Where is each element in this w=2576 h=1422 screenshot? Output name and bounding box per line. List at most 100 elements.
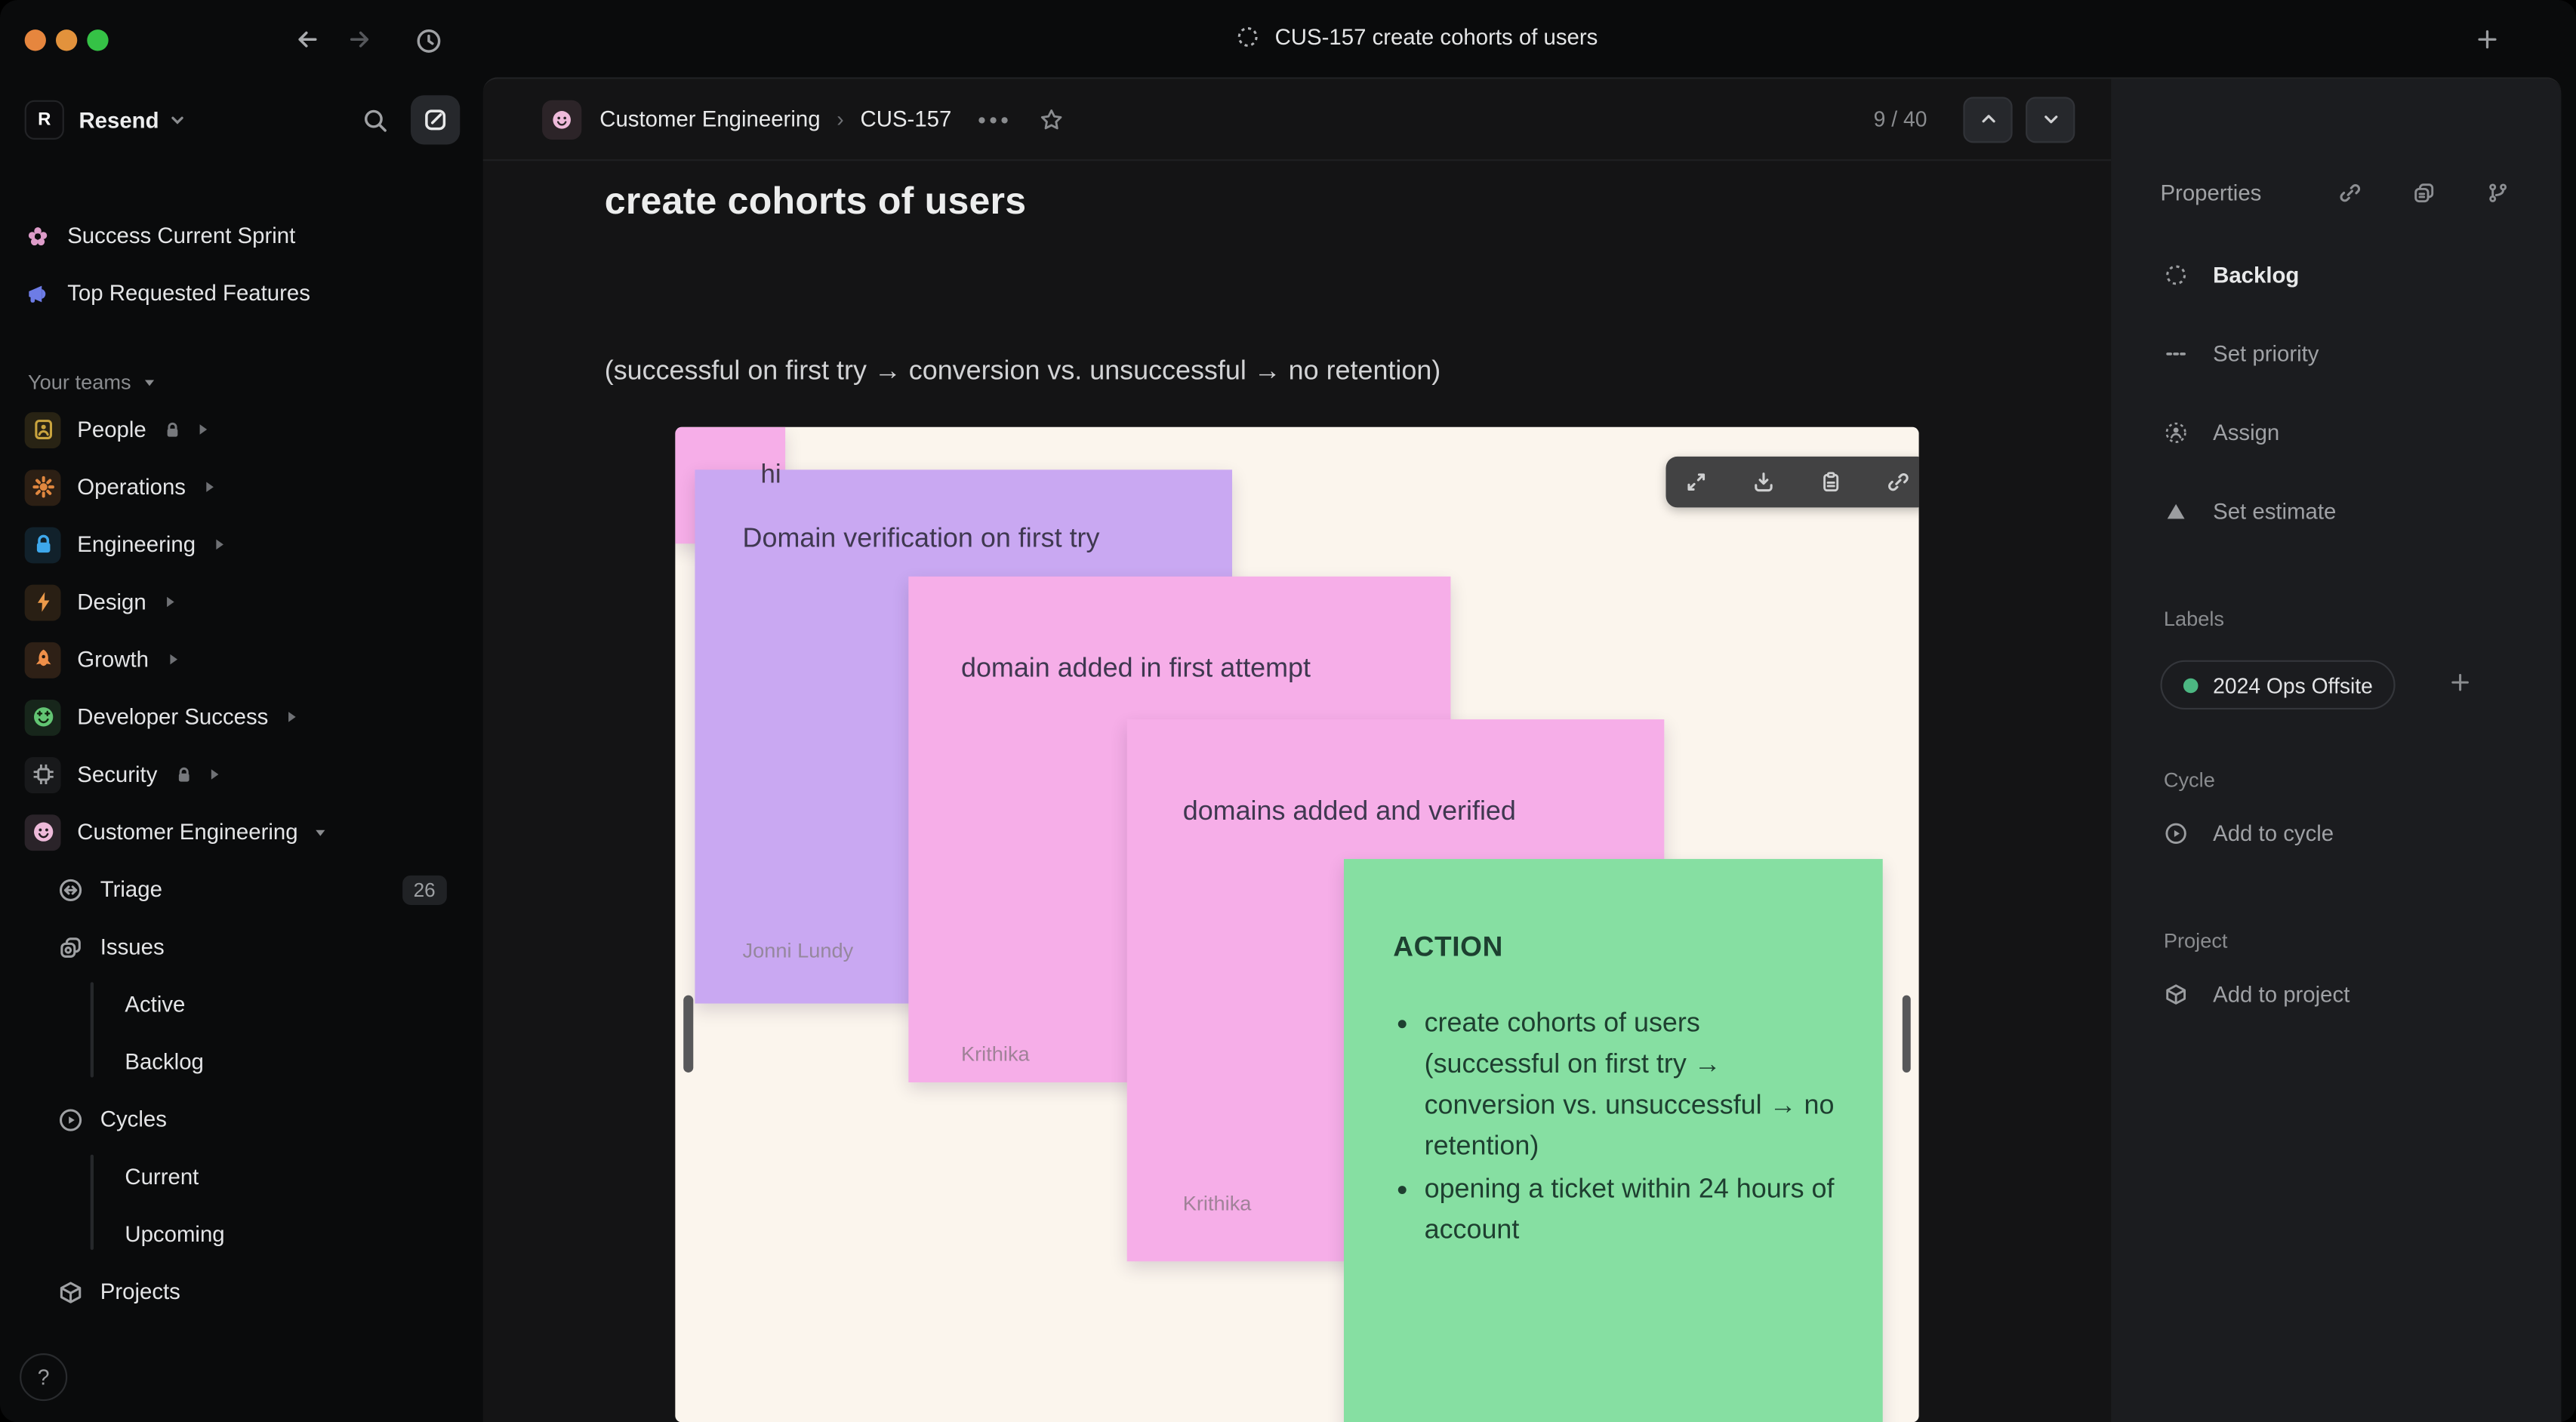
label-text: 2024 Ops Offsite <box>2213 673 2373 697</box>
label-2024-ops-offsite[interactable]: 2024 Ops Offsite <box>2160 660 2396 710</box>
attached-image[interactable]: Domain verification on first try Jonni L… <box>675 426 1919 1422</box>
duplicate-icon[interactable] <box>2411 180 2436 205</box>
more-options-icon[interactable]: ••• <box>978 106 1012 132</box>
sidebar-item-issues[interactable]: Issues <box>13 922 470 972</box>
sidebar-team-developer-success[interactable]: Developer Success <box>13 691 470 742</box>
sidebar-item-triage[interactable]: Triage 26 <box>13 864 470 915</box>
triage-count-badge: 26 <box>402 874 447 904</box>
priority-selector[interactable]: Set priority <box>2164 342 2319 366</box>
flower-icon <box>25 223 51 249</box>
chevron-right-icon[interactable] <box>207 767 222 782</box>
forward-button[interactable] <box>347 26 373 53</box>
previous-issue-button[interactable] <box>1963 96 2013 143</box>
sidebar-item-projects[interactable]: Projects <box>13 1267 470 1317</box>
estimate-selector[interactable]: Set estimate <box>2164 499 2337 525</box>
sidebar-item-upcoming[interactable]: Upcoming <box>13 1209 470 1260</box>
git-branch-icon[interactable] <box>2485 180 2510 205</box>
download-image-icon[interactable] <box>1752 469 1776 494</box>
gear-icon <box>30 475 55 500</box>
add-to-project-label: Add to project <box>2213 982 2350 1007</box>
breadcrumb-issue-id[interactable]: CUS-157 <box>861 106 952 131</box>
chevron-right-icon[interactable] <box>162 595 177 610</box>
breadcrumb-team[interactable]: Customer Engineering <box>599 106 820 131</box>
status-selector[interactable]: Backlog <box>2164 263 2300 288</box>
rocket-icon <box>30 647 55 672</box>
backlog-status-icon <box>2164 263 2189 288</box>
team-label: Customer Engineering <box>77 819 298 845</box>
lock-icon <box>163 420 183 439</box>
sidebar-item-cycles[interactable]: Cycles <box>13 1094 470 1144</box>
assignee-selector[interactable]: Assign <box>2164 420 2279 445</box>
triangle-down-icon[interactable] <box>314 825 327 838</box>
sidebar-item-backlog[interactable]: Backlog <box>13 1036 470 1087</box>
issue-description[interactable]: (successful on first try → conversion vs… <box>605 356 1441 387</box>
add-to-project-row[interactable]: Add to project <box>2164 982 2350 1007</box>
chevron-right-icon[interactable] <box>285 709 300 725</box>
favorite-star-icon[interactable] <box>1038 106 1065 132</box>
sidebar-item-label: Backlog <box>125 1049 204 1075</box>
next-issue-button[interactable] <box>2026 96 2075 143</box>
back-button[interactable] <box>294 26 321 53</box>
chevron-right-icon[interactable] <box>212 537 227 552</box>
issue-title[interactable]: create cohorts of users <box>605 179 1027 223</box>
sidebar-team-people[interactable]: People <box>13 404 470 454</box>
issue-view: Customer Engineering › CUS-157 ••• 9 / 4… <box>482 78 2112 1422</box>
your-teams-header[interactable]: Your teams <box>13 362 470 405</box>
labels-header: Labels <box>2163 608 2224 631</box>
estimate-label: Set estimate <box>2213 499 2337 525</box>
search-icon[interactable] <box>362 106 390 134</box>
zoom-window-button[interactable] <box>87 29 109 51</box>
minimize-window-button[interactable] <box>55 29 78 51</box>
sidebar-team-growth[interactable]: Growth <box>13 634 470 685</box>
estimate-triangle-icon <box>2164 500 2189 525</box>
image-resize-handle-left[interactable] <box>683 995 693 1073</box>
workspace-logo[interactable]: R <box>24 100 64 140</box>
help-button[interactable]: ? <box>20 1353 68 1402</box>
breadcrumb-team-icon[interactable] <box>542 99 582 139</box>
new-issue-button[interactable] <box>411 95 461 145</box>
sidebar-team-design[interactable]: Design <box>13 577 470 627</box>
history-icon[interactable] <box>414 26 443 56</box>
cycle-header: Cycle <box>2163 768 2215 792</box>
new-tab-button[interactable] <box>2474 26 2501 53</box>
chevron-right-icon[interactable] <box>196 422 211 437</box>
close-window-button[interactable] <box>24 29 46 51</box>
lock-icon <box>174 765 193 784</box>
sidebar-team-operations[interactable]: Operations <box>13 461 470 512</box>
sidebar-team-security[interactable]: Security <box>13 749 470 799</box>
sidebar-item-top-requested-features[interactable]: Top Requested Features <box>13 268 470 319</box>
issue-header: Customer Engineering › CUS-157 ••• 9 / 4… <box>482 78 2112 162</box>
sidebar-item-active[interactable]: Active <box>13 979 470 1030</box>
copy-image-icon[interactable] <box>1819 469 1844 494</box>
sidebar-item-label: Projects <box>100 1279 180 1304</box>
window-title-text: CUS-157 create cohorts of users <box>1274 24 1598 50</box>
expand-image-icon[interactable] <box>1684 469 1709 494</box>
chevron-right-icon[interactable] <box>202 479 217 494</box>
id-card-icon <box>30 417 55 442</box>
add-to-cycle-row[interactable]: Add to cycle <box>2164 821 2334 846</box>
sticky-note-author: Krithika <box>960 1042 1030 1066</box>
issues-icon <box>57 934 84 960</box>
content-card: Customer Engineering › CUS-157 ••• 9 / 4… <box>482 77 2562 1422</box>
action-bullet-list: create cohorts of users (successful on f… <box>1344 1004 1883 1253</box>
chevron-down-icon[interactable] <box>169 112 186 128</box>
add-label-button[interactable] <box>2448 670 2473 695</box>
team-label: Engineering <box>77 532 196 557</box>
sidebar-team-engineering[interactable]: Engineering <box>13 519 470 570</box>
sidebar-item-current[interactable]: Current <box>13 1151 470 1202</box>
breadcrumb-separator: › <box>837 106 844 132</box>
workspace-name[interactable]: Resend <box>79 108 159 133</box>
tree-connector <box>90 1154 93 1250</box>
sidebar-item-success-current-sprint[interactable]: Success Current Sprint <box>13 222 470 261</box>
label-color-dot <box>2183 677 2199 693</box>
sticky-note-text: domain added in first attempt <box>960 654 1311 684</box>
status-label: Backlog <box>2213 263 2300 288</box>
chevron-right-icon[interactable] <box>165 652 180 667</box>
compose-icon <box>422 106 448 133</box>
sidebar-item-views[interactable]: Views <box>13 1324 470 1331</box>
copy-link-icon[interactable] <box>1886 469 1911 494</box>
team-label: Security <box>77 762 158 787</box>
image-resize-handle-right[interactable] <box>1901 995 1911 1073</box>
copy-issue-link-icon[interactable] <box>2337 180 2362 205</box>
sidebar-team-customer-engineering[interactable]: Customer Engineering <box>13 806 470 857</box>
